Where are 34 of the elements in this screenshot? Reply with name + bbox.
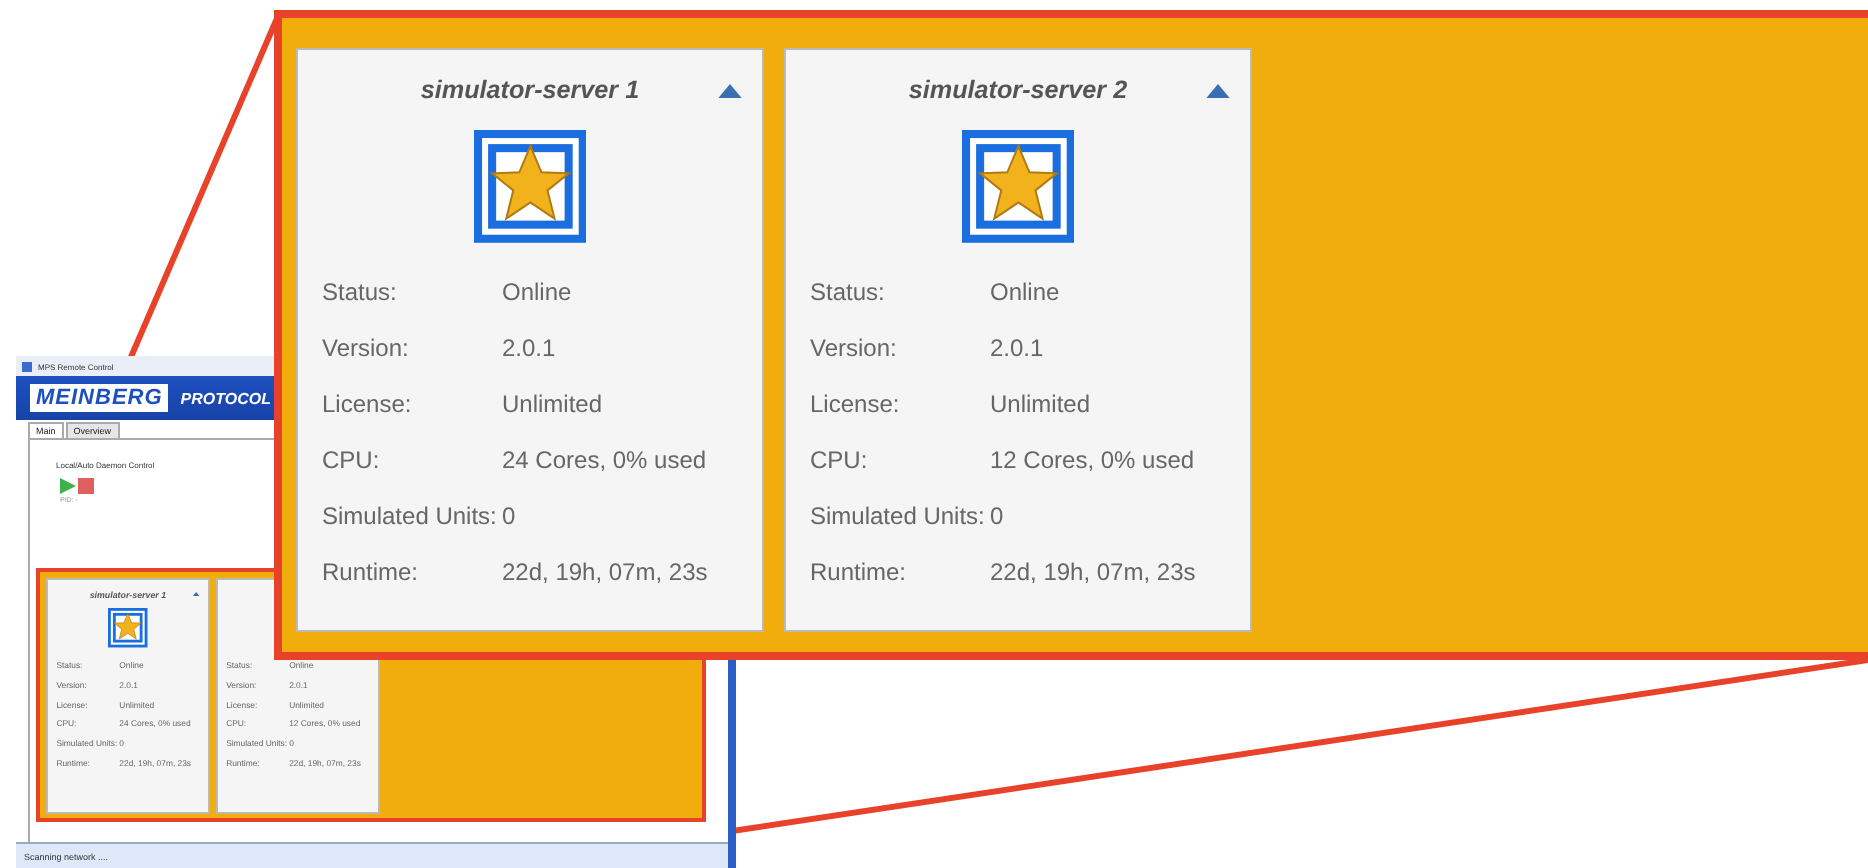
field-label: License: (322, 390, 414, 419)
field-label: CPU: (322, 446, 382, 475)
field-value: Online (990, 278, 1060, 307)
product-name: PROTOCOL (180, 389, 271, 407)
field-label: Runtime: (322, 558, 421, 587)
logo: MEINBERG (30, 384, 169, 412)
field-label: License: (810, 390, 902, 419)
field-value: 22d, 19h, 07m, 23s (990, 558, 1196, 587)
field-label: Runtime: (810, 558, 909, 587)
field-value: 24 Cores, 0% used (502, 446, 707, 475)
card-title: simulator-server 2 (908, 76, 1128, 105)
field-label: Version: (322, 334, 411, 363)
play-icon[interactable] (60, 478, 76, 494)
field-value: 0 (990, 502, 1004, 531)
field-label: CPU: (810, 446, 870, 475)
field-value: 2.0.1 (990, 334, 1044, 363)
field-label: Status: (322, 278, 399, 307)
field-value: Online (502, 278, 572, 307)
collapse-caret-icon[interactable] (1206, 83, 1231, 98)
collapse-caret-icon[interactable] (718, 83, 743, 98)
field-value: Unlimited (990, 390, 1091, 419)
app-icon (22, 361, 32, 371)
collapse-caret-icon[interactable] (192, 591, 202, 597)
field-value: 22d, 19h, 07m, 23s (502, 558, 708, 587)
field-value: Unlimited (502, 390, 603, 419)
field-label: Version: (810, 334, 899, 363)
card-title: simulator-server 1 (420, 76, 640, 105)
field-value: 0 (502, 502, 516, 531)
field-label: Simulated Units: (322, 502, 499, 531)
field-value: 12 Cores, 0% used (990, 446, 1195, 475)
field-value: 2.0.1 (502, 334, 556, 363)
field-label: Status: (810, 278, 887, 307)
star-icon (108, 608, 148, 648)
field-label: Simulated Units: (810, 502, 987, 531)
